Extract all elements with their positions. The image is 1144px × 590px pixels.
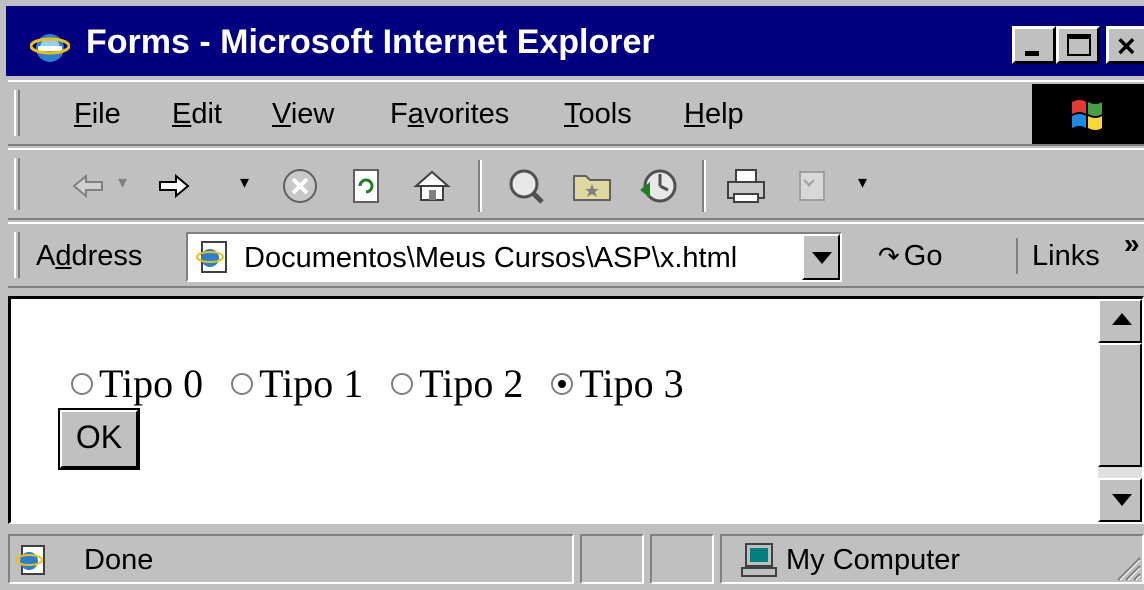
my-computer-icon <box>741 543 777 577</box>
close-icon: × <box>1117 28 1136 64</box>
ie-window: Forms - Microsoft Internet Explorer × Fi… <box>0 0 1144 590</box>
maximize-icon <box>1067 34 1091 56</box>
toolbar-separator-2 <box>702 160 706 212</box>
menu-favorites-pre: F <box>390 98 408 130</box>
address-bar: Address ↷Go Links » <box>8 222 1144 288</box>
menu-file-label: ile <box>91 98 121 130</box>
status-pane-zone: My Computer <box>720 534 1144 584</box>
menu-favorites-accel: a <box>407 98 424 130</box>
radio-option-2[interactable]: Tipo 2 <box>391 361 541 406</box>
address-dropdown-button[interactable] <box>802 234 840 280</box>
address-input[interactable] <box>244 240 794 276</box>
radio-button[interactable] <box>71 373 93 395</box>
edit-icon[interactable] <box>790 164 834 208</box>
menu-tools-label: ools <box>578 98 632 130</box>
address-field[interactable] <box>186 232 842 282</box>
minimize-icon <box>1025 51 1039 56</box>
menu-help[interactable]: Help <box>684 96 744 132</box>
menu-help-label: elp <box>704 98 744 130</box>
menu-file-accel: F <box>74 98 92 130</box>
history-icon[interactable] <box>636 164 680 208</box>
refresh-icon[interactable] <box>344 164 388 208</box>
home-icon[interactable] <box>410 164 454 208</box>
chevron-down-icon <box>812 252 832 264</box>
menu-view-label: iew <box>290 98 335 130</box>
radio-label: Tipo 2 <box>419 361 524 406</box>
radio-label: Tipo 0 <box>99 361 204 406</box>
menu-favorites[interactable]: Favorites <box>390 96 509 132</box>
maximize-button[interactable] <box>1056 26 1100 64</box>
radio-label: Tipo 3 <box>579 361 684 406</box>
radio-option-0[interactable]: Tipo 0 <box>71 361 221 406</box>
status-pane-main: Done <box>8 534 574 584</box>
menu-view-accel: V <box>272 98 291 130</box>
stop-icon[interactable] <box>278 164 322 208</box>
radio-label: Tipo 1 <box>259 361 364 406</box>
status-bar: Done My Computer <box>8 530 1144 586</box>
ie-logo-icon <box>30 34 70 62</box>
links-button[interactable]: Links <box>1016 238 1100 274</box>
menu-grip[interactable] <box>14 90 20 136</box>
address-label: Address <box>36 238 142 274</box>
zone-text: My Computer <box>786 544 961 576</box>
menu-bar: File Edit View Favorites Tools Help <box>8 80 1144 146</box>
scroll-down-button[interactable] <box>1098 478 1142 522</box>
page-done-icon <box>15 545 45 575</box>
menu-edit[interactable]: Edit <box>172 96 222 132</box>
status-text: Done <box>84 544 154 576</box>
print-icon[interactable] <box>724 164 768 208</box>
radio-button[interactable] <box>391 373 414 395</box>
windows-logo-icon <box>1072 100 1102 130</box>
chevron-down-icon <box>1112 494 1132 506</box>
menu-edit-accel: E <box>172 98 192 130</box>
menu-favorites-label: vorites <box>423 98 510 130</box>
forward-icon[interactable] <box>150 164 194 208</box>
menu-edit-label: dit <box>191 98 222 130</box>
page-icon <box>196 241 227 273</box>
title-bar[interactable]: Forms - Microsoft Internet Explorer × <box>6 6 1144 76</box>
status-pane-progress <box>580 534 644 584</box>
links-label: Links <box>1032 240 1100 272</box>
page-content: Tipo 0 Tipo 1 Tipo 2 Tipo 3 OK <box>8 296 1144 524</box>
forward-dropdown-icon[interactable]: ▾ <box>240 172 249 193</box>
menu-tools-accel: T <box>564 98 579 130</box>
scroll-up-button[interactable] <box>1098 299 1142 343</box>
go-label: Go <box>903 240 943 272</box>
radio-button-checked[interactable] <box>551 373 574 395</box>
favorites-icon[interactable] <box>570 164 614 208</box>
ok-button[interactable]: OK <box>58 408 140 470</box>
scroll-thumb[interactable] <box>1098 343 1142 467</box>
close-button[interactable]: × <box>1106 26 1144 64</box>
status-pane-security <box>650 534 714 584</box>
radio-option-3[interactable]: Tipo 3 <box>551 361 701 406</box>
toolbar-separator <box>478 160 482 212</box>
edit-dropdown-icon[interactable]: ▾ <box>858 172 867 193</box>
vertical-scrollbar[interactable] <box>1098 299 1142 522</box>
address-label-pre: A <box>36 240 56 272</box>
menu-help-accel: H <box>684 98 705 130</box>
address-label-accel: d <box>55 240 72 272</box>
radio-option-1[interactable]: Tipo 1 <box>231 361 381 406</box>
radio-group: Tipo 0 Tipo 1 Tipo 2 Tipo 3 <box>71 361 702 407</box>
menu-file[interactable]: File <box>74 96 121 132</box>
address-grip[interactable] <box>14 232 20 278</box>
chevron-up-icon <box>1112 313 1132 325</box>
standard-toolbar: ▾ ▾ ▾ <box>8 148 1144 220</box>
back-icon[interactable] <box>68 164 112 208</box>
toolbar-grip[interactable] <box>14 158 20 210</box>
menu-tools[interactable]: Tools <box>564 96 632 132</box>
address-label-rest: dress <box>71 240 143 272</box>
go-button[interactable]: ↷ Go <box>878 238 942 274</box>
window-title: Forms - Microsoft Internet Explorer <box>86 23 655 61</box>
back-dropdown-icon[interactable]: ▾ <box>118 172 127 193</box>
resize-grip-icon[interactable] <box>1112 552 1142 582</box>
minimize-button[interactable] <box>1012 26 1056 64</box>
radio-button[interactable] <box>231 373 254 395</box>
throbber <box>1032 84 1144 144</box>
search-icon[interactable] <box>504 164 548 208</box>
links-chevron-icon[interactable]: » <box>1124 228 1140 260</box>
go-arrow-icon: ↷ <box>878 241 900 271</box>
menu-view[interactable]: View <box>272 96 334 132</box>
